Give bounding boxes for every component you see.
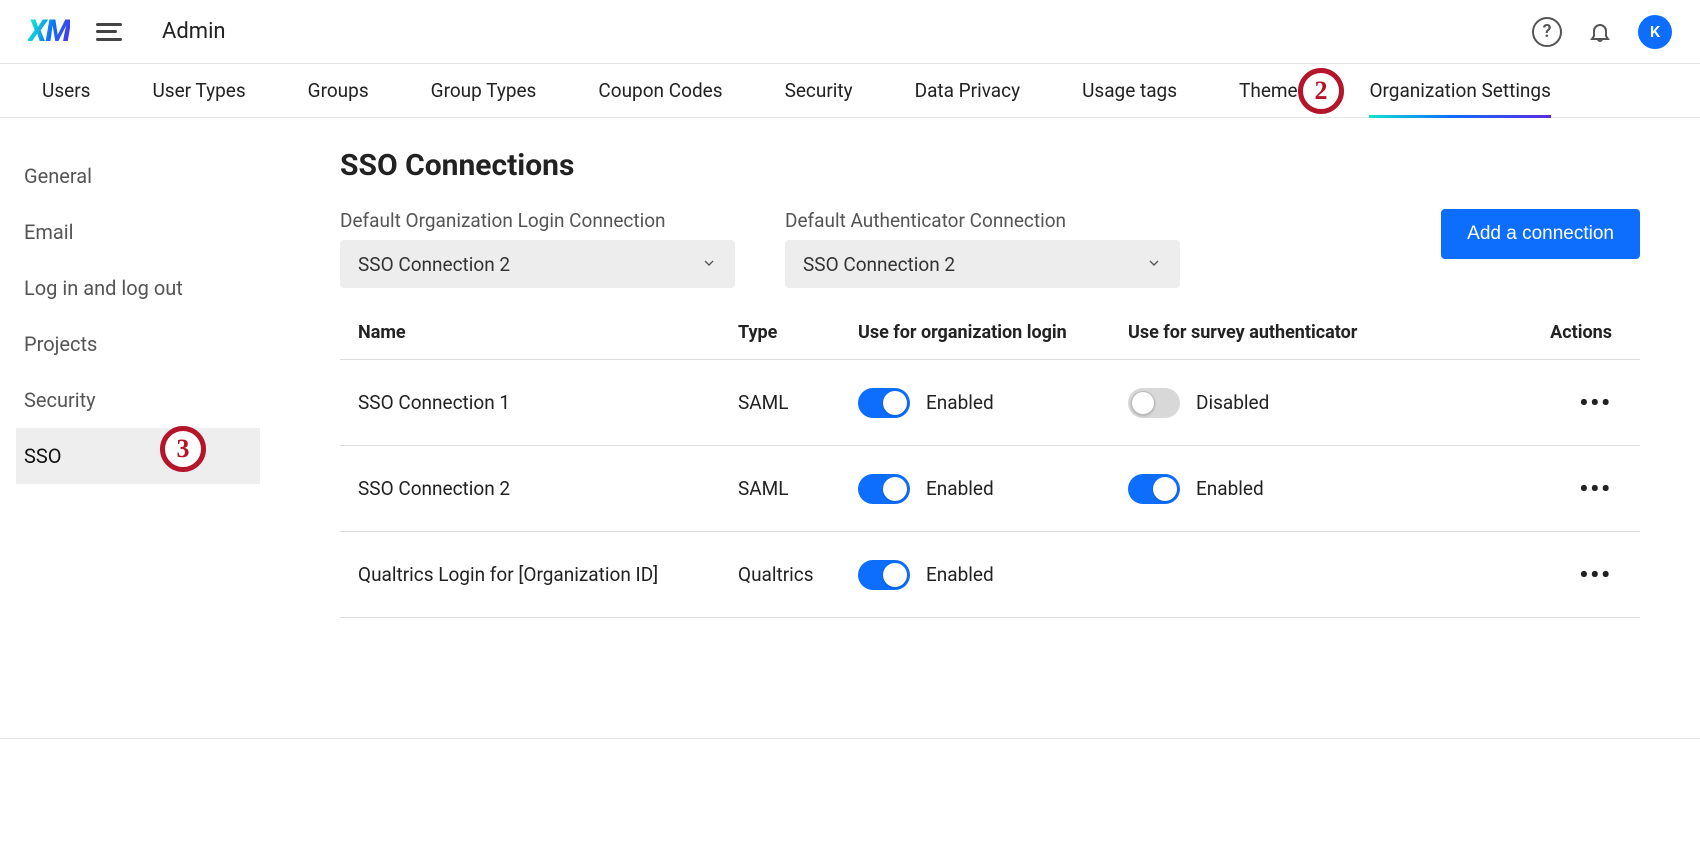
- sidebar-item-sso[interactable]: SSO: [16, 428, 260, 484]
- tab-security[interactable]: Security: [785, 64, 853, 117]
- chevron-down-icon: [1146, 253, 1162, 276]
- survey-auth-cell: Enabled: [1128, 474, 1398, 504]
- default-org-login-label: Default Organization Login Connection: [340, 209, 735, 232]
- table-row: SSO Connection 1SAML Enabled Disabled •••: [340, 360, 1640, 446]
- org-login-toggle[interactable]: [858, 560, 910, 590]
- tab-usage-tags[interactable]: Usage tags: [1082, 64, 1177, 117]
- tab-users[interactable]: Users: [42, 64, 90, 117]
- sidebar-item-log-in-and-log-out[interactable]: Log in and log out: [16, 260, 260, 316]
- tab-coupon-codes[interactable]: Coupon Codes: [598, 64, 722, 117]
- col-org-login: Use for organization login: [858, 322, 1128, 343]
- row-actions: •••: [1398, 389, 1622, 417]
- top-header: XM Admin ? K: [0, 0, 1700, 64]
- table-row: SSO Connection 2SAML Enabled Enabled •••: [340, 446, 1640, 532]
- default-authenticator-select[interactable]: SSO Connection 2: [785, 240, 1180, 288]
- org-login-cell: Enabled: [858, 474, 1128, 504]
- survey-auth-cell: Disabled: [1128, 388, 1398, 418]
- notifications-icon[interactable]: [1588, 19, 1612, 45]
- survey-auth-toggle[interactable]: [1128, 474, 1180, 504]
- col-survey-auth: Use for survey authenticator: [1128, 322, 1398, 343]
- org-login-toggle[interactable]: [858, 474, 910, 504]
- more-actions-icon[interactable]: •••: [1579, 561, 1612, 589]
- sidebar-item-security[interactable]: Security: [16, 372, 260, 428]
- connection-type: SAML: [738, 477, 858, 500]
- org-login-status: Enabled: [926, 391, 994, 414]
- col-name: Name: [358, 322, 738, 343]
- connection-type: SAML: [738, 391, 858, 414]
- row-actions: •••: [1398, 561, 1622, 589]
- menu-icon[interactable]: [96, 23, 122, 41]
- connections-table: Name Type Use for organization login Use…: [340, 306, 1640, 618]
- tab-groups[interactable]: Groups: [308, 64, 369, 117]
- table-row: Qualtrics Login for [Organization ID]Qua…: [340, 532, 1640, 618]
- tab-user-types[interactable]: User Types: [152, 64, 245, 117]
- page-label: Admin: [162, 19, 226, 44]
- tab-data-privacy[interactable]: Data Privacy: [915, 64, 1020, 117]
- admin-tabs: Users User Types Groups Group Types Coupon C…: [0, 64, 1700, 118]
- org-login-cell: Enabled: [858, 560, 1128, 590]
- survey-auth-status: Enabled: [1196, 477, 1264, 500]
- connection-name: SSO Connection 2: [358, 477, 738, 500]
- survey-auth-toggle[interactable]: [1128, 388, 1180, 418]
- help-icon[interactable]: ?: [1532, 17, 1562, 47]
- more-actions-icon[interactable]: •••: [1579, 389, 1612, 417]
- survey-auth-status: Disabled: [1196, 391, 1269, 414]
- col-type: Type: [738, 322, 858, 343]
- default-authenticator-value: SSO Connection 2: [803, 253, 955, 276]
- tab-group-types[interactable]: Group Types: [431, 64, 537, 117]
- org-login-toggle[interactable]: [858, 388, 910, 418]
- page-title: SSO Connections: [340, 148, 1640, 183]
- connection-type: Qualtrics: [738, 563, 858, 586]
- more-actions-icon[interactable]: •••: [1579, 475, 1612, 503]
- sidebar-item-projects[interactable]: Projects: [16, 316, 260, 372]
- user-avatar[interactable]: K: [1638, 15, 1672, 49]
- row-actions: •••: [1398, 475, 1622, 503]
- add-connection-button[interactable]: Add a connection: [1441, 209, 1640, 259]
- tab-themes[interactable]: Themes: [1239, 64, 1307, 117]
- main-content: SSO Connections Default Organization Log…: [260, 148, 1700, 618]
- org-login-status: Enabled: [926, 563, 994, 586]
- col-actions: Actions: [1398, 322, 1622, 343]
- connection-name: Qualtrics Login for [Organization ID]: [358, 563, 738, 586]
- table-header: Name Type Use for organization login Use…: [340, 306, 1640, 360]
- default-org-login-select[interactable]: SSO Connection 2: [340, 240, 735, 288]
- settings-sidebar: GeneralEmailLog in and log outProjectsSe…: [0, 148, 260, 618]
- xm-logo[interactable]: XM: [28, 14, 70, 49]
- org-login-cell: Enabled: [858, 388, 1128, 418]
- connection-name: SSO Connection 1: [358, 391, 738, 414]
- chevron-down-icon: [701, 253, 717, 276]
- default-authenticator-label: Default Authenticator Connection: [785, 209, 1180, 232]
- org-login-status: Enabled: [926, 477, 994, 500]
- tab-organization-settings[interactable]: Organization Settings: [1369, 64, 1550, 117]
- default-org-login-value: SSO Connection 2: [358, 253, 510, 276]
- sidebar-item-general[interactable]: General: [16, 148, 260, 204]
- sidebar-item-email[interactable]: Email: [16, 204, 260, 260]
